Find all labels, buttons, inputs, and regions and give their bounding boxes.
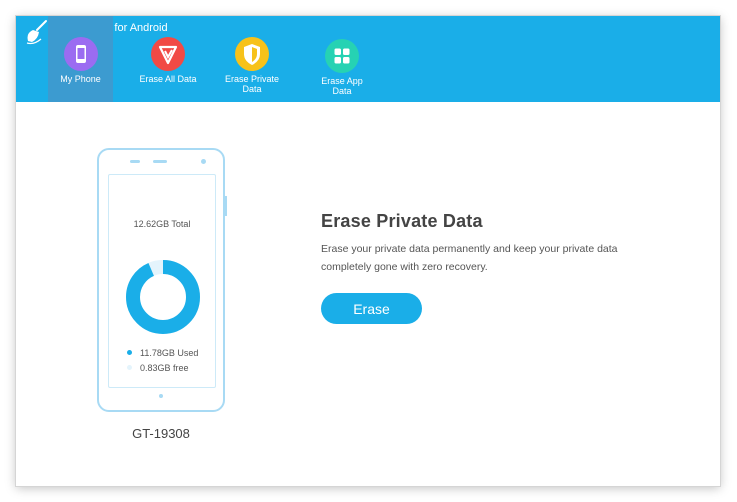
nav-label-my-phone: My Phone bbox=[60, 74, 101, 84]
phone-side-button bbox=[225, 196, 227, 216]
nav-label-erase-app-line1: Erase App bbox=[321, 76, 363, 86]
broom-logo-icon bbox=[26, 20, 47, 45]
legend-used: 11.78GB Used bbox=[127, 348, 198, 358]
storage-total: 12.62GB Total bbox=[133, 219, 191, 229]
phone-screen: 12.62GB Total 11.78GB Used 0.83GB free bbox=[108, 174, 216, 388]
legend-free: 0.83GB free bbox=[127, 363, 189, 373]
phone-home-button bbox=[159, 394, 163, 398]
erase-all-icon bbox=[151, 37, 185, 71]
donut-used-segment bbox=[126, 260, 200, 334]
nav-label-erase-app-line2: Data bbox=[332, 86, 352, 96]
nav-label-erase-private-line2: Data bbox=[242, 84, 262, 94]
nav-my-phone[interactable]: My Phone bbox=[48, 16, 113, 102]
phone-illustration: 12.62GB Total 11.78GB Used 0.83GB free bbox=[97, 148, 227, 412]
nav-erase-private-data[interactable]: Erase Private Data bbox=[218, 16, 286, 102]
description-line-1: Erase your private data permanently and … bbox=[321, 243, 618, 255]
erase-button[interactable]: Erase bbox=[321, 293, 422, 324]
page-description: Erase your private data permanently and … bbox=[321, 240, 671, 276]
nav-erase-app-data[interactable]: Erase App Data bbox=[308, 16, 376, 102]
apps-grid-icon bbox=[325, 39, 359, 73]
nav-label-erase-private-line1: Erase Private bbox=[224, 74, 280, 84]
description-line-2: completely gone with zero recovery. bbox=[321, 261, 488, 273]
legend-free-dot bbox=[127, 365, 132, 370]
device-name: GT-19308 bbox=[132, 426, 190, 441]
phone-camera bbox=[201, 159, 206, 164]
nav-erase-all-data[interactable]: Erase All Data bbox=[134, 16, 202, 102]
nav-label-erase-all-data: Erase All Data bbox=[139, 74, 197, 84]
storage-free: 0.83GB free bbox=[140, 363, 189, 373]
phone-speaker bbox=[130, 160, 140, 163]
shield-icon bbox=[235, 37, 269, 71]
phone-icon bbox=[63, 37, 98, 71]
storage-donut-chart bbox=[126, 260, 200, 334]
legend-used-dot bbox=[127, 350, 132, 355]
storage-used: 11.78GB Used bbox=[140, 348, 199, 358]
top-navigation-bar: SafeWiper for Android My Phone Erase All… bbox=[16, 16, 720, 102]
phone-speaker bbox=[153, 160, 167, 163]
page-title: Erase Private Data bbox=[321, 211, 483, 231]
app-window: SafeWiper for Android My Phone Erase All… bbox=[16, 16, 720, 486]
